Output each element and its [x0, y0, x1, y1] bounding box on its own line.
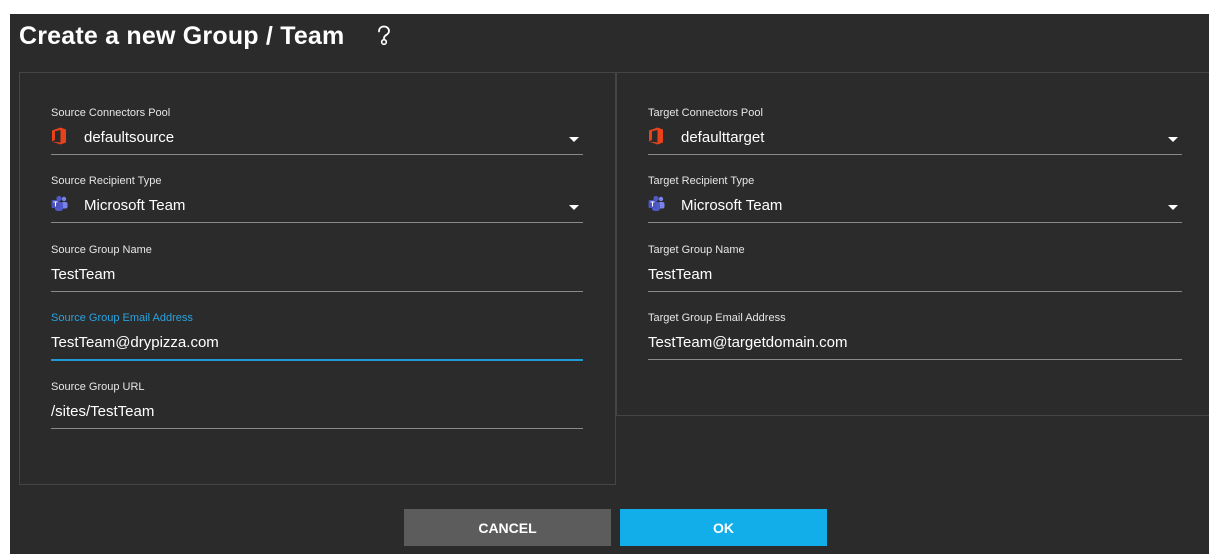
source-group-url-value[interactable]: /sites/TestTeam	[51, 403, 154, 420]
target-group-email-value[interactable]: TestTeam@targetdomain.com	[648, 334, 847, 351]
target-panel: Target Connectors Pool defaulttarget Tar…	[616, 72, 1209, 416]
chevron-down-icon[interactable]	[569, 137, 579, 142]
office-icon	[51, 127, 69, 145]
teams-icon: T	[51, 195, 69, 213]
cancel-button[interactable]: CANCEL	[404, 509, 611, 546]
source-group-url-label: Source Group URL	[51, 381, 145, 393]
svg-text:T: T	[650, 202, 655, 209]
source-recipient-type-label: Source Recipient Type	[51, 175, 162, 187]
source-group-name-value[interactable]: TestTeam	[51, 266, 115, 283]
ok-button[interactable]: OK	[620, 509, 827, 546]
target-group-email-field[interactable]: Target Group Email Address TestTeam@targ…	[648, 312, 1182, 370]
field-underline	[51, 428, 583, 429]
office-icon	[648, 127, 666, 145]
target-recipient-type-value: Microsoft Team	[681, 197, 783, 214]
source-group-email-field[interactable]: Source Group Email Address TestTeam@dryp…	[51, 312, 583, 370]
source-pool-label: Source Connectors Pool	[51, 107, 171, 119]
field-underline	[648, 291, 1182, 292]
field-underline-focused	[51, 359, 583, 361]
field-underline	[648, 359, 1182, 360]
source-group-name-field[interactable]: Source Group Name TestTeam	[51, 244, 583, 302]
target-recipient-type-label: Target Recipient Type	[648, 175, 755, 187]
chevron-down-icon[interactable]	[1168, 205, 1178, 210]
source-group-email-value[interactable]: TestTeam@drypizza.com	[51, 334, 219, 351]
chevron-down-icon[interactable]	[569, 205, 579, 210]
field-underline	[648, 222, 1182, 223]
source-recipient-type-select[interactable]: Source Recipient Type T Microsoft Team	[51, 175, 583, 233]
source-pool-value: defaultsource	[84, 129, 175, 146]
field-underline	[648, 154, 1182, 155]
source-group-name-label: Source Group Name	[51, 244, 152, 256]
dialog-header: Create a new Group / Team	[19, 18, 394, 54]
target-pool-label: Target Connectors Pool	[648, 107, 763, 119]
create-group-dialog: Create a new Group / Team Source Connect…	[10, 14, 1209, 554]
target-connectors-pool-select[interactable]: Target Connectors Pool defaulttarget	[648, 107, 1182, 165]
teams-icon: T	[648, 195, 666, 213]
target-group-name-value[interactable]: TestTeam	[648, 266, 712, 283]
svg-text:T: T	[53, 202, 58, 209]
source-connectors-pool-select[interactable]: Source Connectors Pool defaultsource	[51, 107, 583, 165]
target-recipient-type-select[interactable]: Target Recipient Type T Microsoft Team	[648, 175, 1182, 233]
chevron-down-icon[interactable]	[1168, 137, 1178, 142]
field-underline	[51, 154, 583, 155]
source-panel: Source Connectors Pool defaultsource Sou…	[19, 72, 616, 485]
field-underline	[51, 222, 583, 223]
target-group-email-label: Target Group Email Address	[648, 312, 786, 324]
help-icon[interactable]	[374, 24, 394, 48]
source-group-email-label: Source Group Email Address	[51, 312, 193, 324]
source-group-url-field[interactable]: Source Group URL /sites/TestTeam	[51, 381, 583, 439]
field-underline	[51, 291, 583, 292]
target-group-name-field[interactable]: Target Group Name TestTeam	[648, 244, 1182, 302]
source-recipient-type-value: Microsoft Team	[84, 197, 186, 214]
target-group-name-label: Target Group Name	[648, 244, 745, 256]
target-pool-value: defaulttarget	[681, 129, 765, 146]
dialog-title: Create a new Group / Team	[19, 21, 345, 50]
